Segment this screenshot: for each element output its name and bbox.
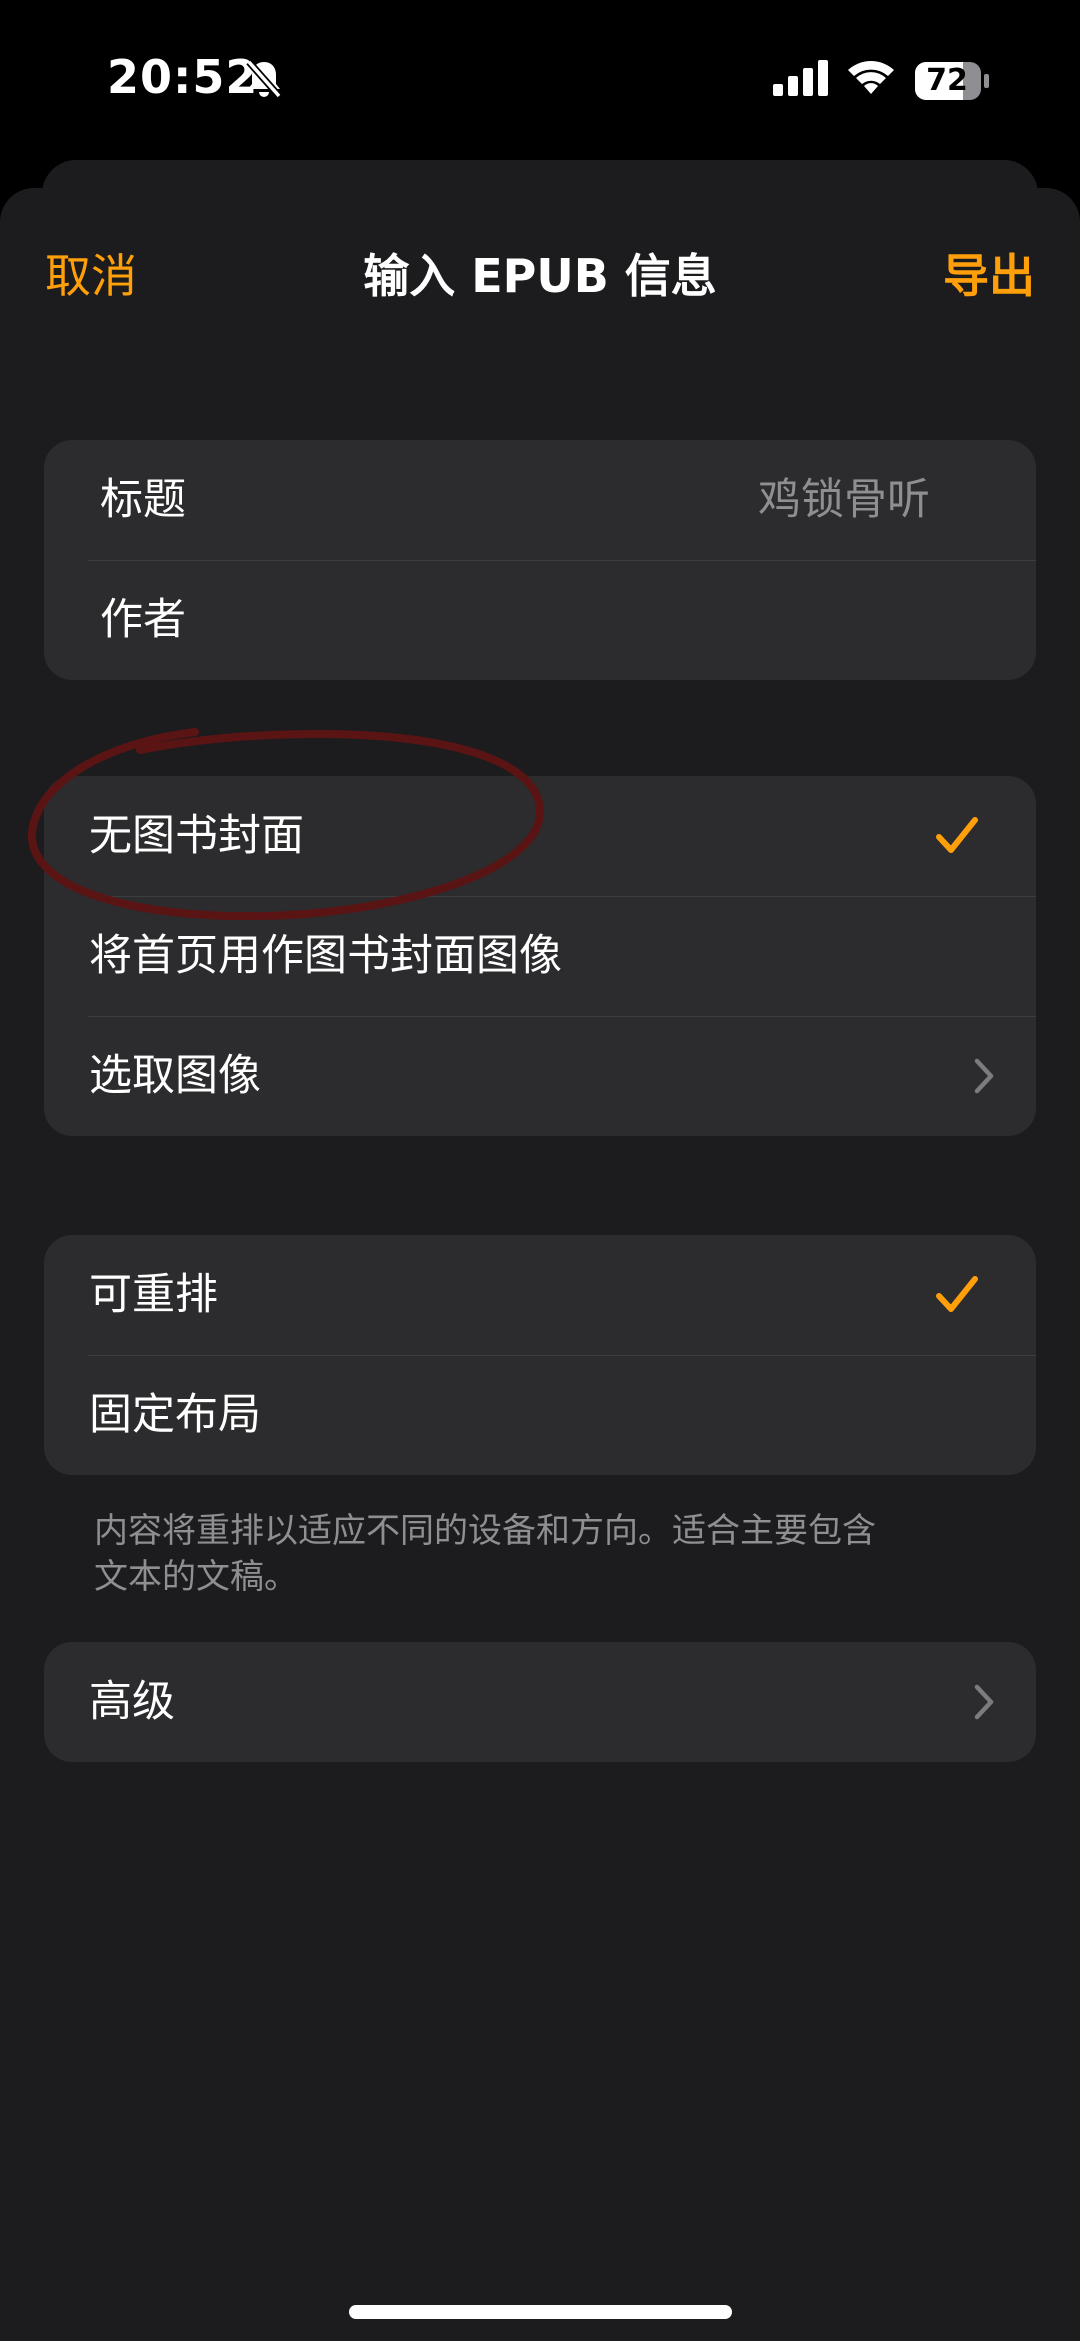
author-label: 作者 (100, 595, 186, 645)
advanced-row[interactable]: 高级 (44, 1642, 1036, 1762)
layout-footnote: 内容将重排以适应不同的设备和方向。适合主要包含 文本的文稿。 (94, 1508, 914, 1600)
battery-level: 72 (926, 63, 968, 98)
book-info-group: 标题 鸡锁骨听 作者 (44, 440, 1036, 680)
title-row[interactable]: 标题 鸡锁骨听 (44, 440, 1036, 560)
wifi-icon (848, 61, 894, 94)
checkmark-icon (936, 1276, 978, 1312)
footnote-line: 文本的文稿。 (94, 1557, 298, 1597)
page-title: 输入 EPUB 信息 (363, 249, 717, 303)
layout-option-reflowable[interactable]: 可重排 (44, 1235, 1036, 1355)
layout-option-label: 固定布局 (89, 1390, 261, 1440)
layout-group: 可重排 固定布局 (44, 1235, 1036, 1475)
author-row[interactable]: 作者 (44, 560, 1036, 680)
cover-option-choose-image[interactable]: 选取图像 (44, 1016, 1036, 1136)
bell-slash-icon (246, 59, 282, 99)
title-label: 标题 (100, 475, 186, 525)
annotation-circle (27, 728, 545, 921)
advanced-label: 高级 (89, 1677, 175, 1727)
status-time: 20:52 (107, 50, 259, 104)
export-button[interactable]: 导出 (943, 240, 1035, 306)
checkmark-icon (936, 817, 978, 853)
layout-option-label: 可重排 (89, 1270, 218, 1320)
chevron-right-icon (974, 1058, 994, 1094)
cover-option-label: 选取图像 (89, 1051, 261, 1101)
chevron-right-icon (974, 1684, 994, 1720)
cellular-signal-icon (773, 60, 828, 96)
footnote-line: 内容将重排以适应不同的设备和方向。适合主要包含 (94, 1511, 876, 1551)
layout-option-fixed[interactable]: 固定布局 (44, 1355, 1036, 1475)
status-bar: 20:52 72 (0, 0, 1080, 160)
home-indicator[interactable] (349, 2305, 732, 2319)
title-value[interactable]: 鸡锁骨听 (758, 440, 930, 560)
advanced-group: 高级 (44, 1642, 1036, 1762)
